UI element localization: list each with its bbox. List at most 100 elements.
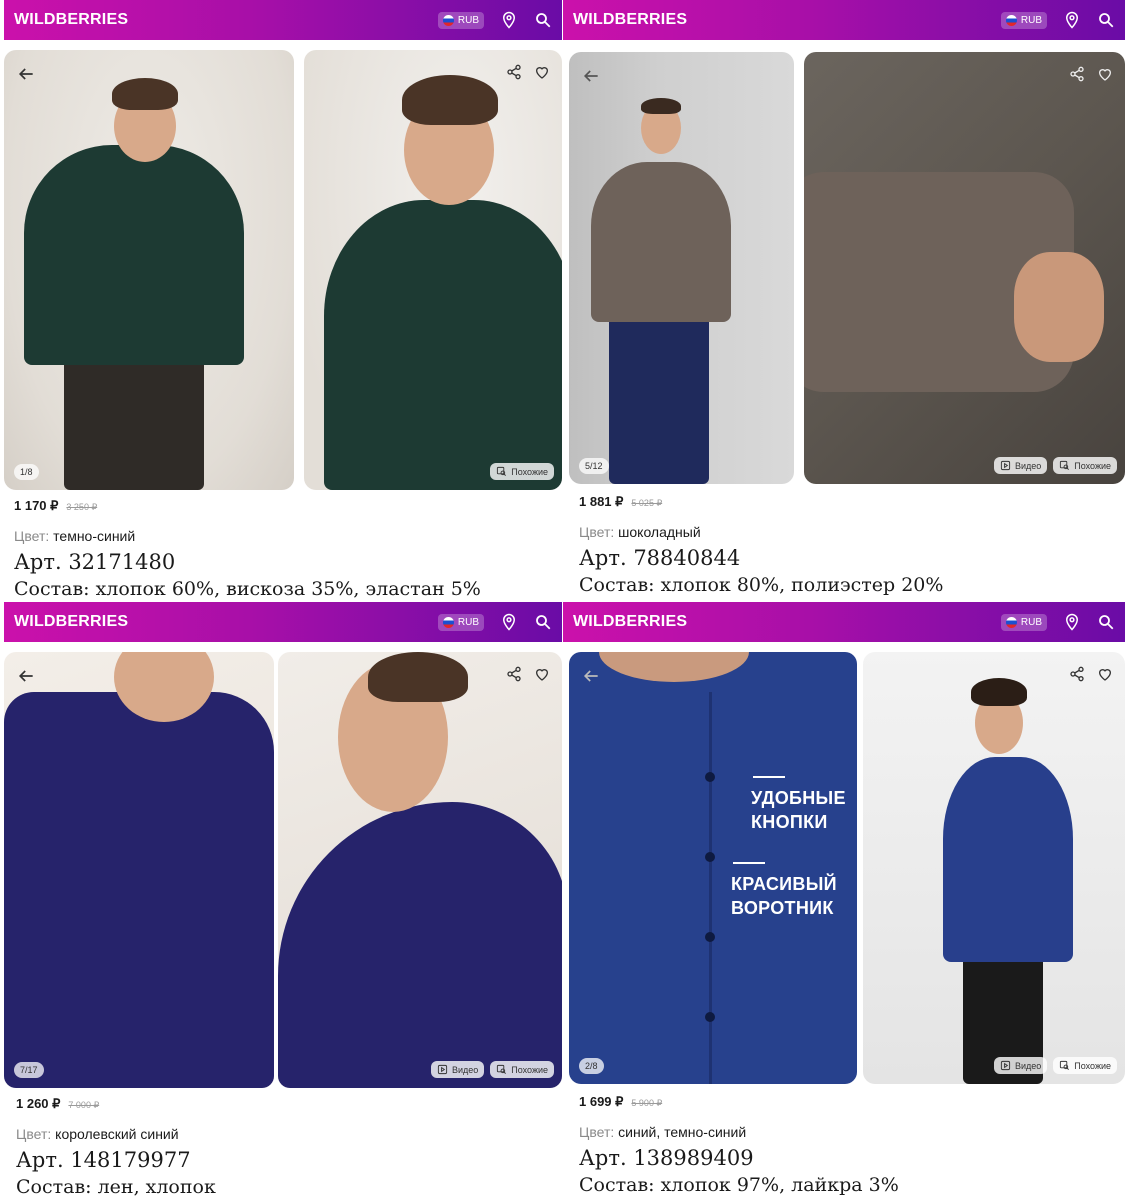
similar-label: Похожие <box>511 466 548 477</box>
screenshot-grid: WILDBERRIES RUB 1/8 Похожие 1 170 ₽ 3 25… <box>0 0 1125 1200</box>
share-icon[interactable] <box>1069 666 1085 682</box>
product-photo[interactable]: 5/12 <box>569 52 794 484</box>
wildberries-logo[interactable]: WILDBERRIES <box>573 11 687 29</box>
product-photo[interactable]: 7/17 <box>4 652 274 1088</box>
article-number: Арт. 138989409 <box>579 1146 754 1170</box>
heart-icon[interactable] <box>1097 666 1113 682</box>
photo-counter: 5/12 <box>579 458 609 474</box>
back-arrow-icon[interactable] <box>581 66 601 86</box>
color-value: шоколадный <box>618 524 701 540</box>
video-label: Видео <box>1014 460 1042 471</box>
photo-actions: Похожие <box>490 463 554 480</box>
share-icon[interactable] <box>506 666 522 682</box>
share-icon[interactable] <box>1069 66 1085 82</box>
product-info: 1 881 ₽ 5 025 ₽ Цвет: шоколадный Арт. 78… <box>579 494 1115 596</box>
composition: Состав: хлопок 60%, вискоза 35%, эластан… <box>14 578 481 600</box>
shirt-shape <box>278 802 562 1088</box>
location-pin-icon[interactable] <box>500 11 518 29</box>
product-photo[interactable]: 1/8 <box>4 50 294 490</box>
product-photo[interactable]: УДОБНЫЕ КНОПКИ КРАСИВЫЙ ВОРОТНИК 2/8 <box>569 652 857 1084</box>
video-button[interactable]: Видео <box>430 1061 485 1078</box>
back-arrow-icon[interactable] <box>581 666 601 686</box>
video-label: Видео <box>1014 1060 1042 1071</box>
back-arrow-icon[interactable] <box>16 666 36 686</box>
color-value: королевский синий <box>55 1126 179 1142</box>
wildberries-logo[interactable]: WILDBERRIES <box>14 613 128 631</box>
shirt-shape <box>24 145 244 365</box>
composition: Состав: хлопок 97%, лайкра 3% <box>579 1174 899 1196</box>
wildberries-logo[interactable]: WILDBERRIES <box>14 11 128 29</box>
search-icon[interactable] <box>1097 11 1115 29</box>
color-row: Цвет: шоколадный <box>579 524 1115 540</box>
model-figure <box>569 52 794 484</box>
search-icon[interactable] <box>1097 613 1115 631</box>
similar-search-icon <box>497 466 507 476</box>
currency-label: RUB <box>457 616 479 628</box>
photo-gallery[interactable]: 1/8 Похожие <box>4 50 562 490</box>
search-icon[interactable] <box>534 11 552 29</box>
product-photo[interactable]: Видео Похожие <box>863 652 1125 1084</box>
product-card-2: WILDBERRIES RUB 5/12 Видео Похожие 1 881… <box>563 0 1125 600</box>
russia-flag-icon <box>1005 616 1017 628</box>
similar-button[interactable]: Похожие <box>1053 1057 1117 1074</box>
product-card-1: WILDBERRIES RUB 1/8 Похожие 1 170 ₽ 3 25… <box>0 0 562 600</box>
video-button[interactable]: Видео <box>993 457 1048 474</box>
share-icon[interactable] <box>506 64 522 80</box>
currency-selector[interactable]: RUB <box>437 11 484 29</box>
model-figure <box>4 50 294 490</box>
article-number: Арт. 78840844 <box>579 546 741 570</box>
product-photo[interactable]: Похожие <box>304 50 562 490</box>
location-pin-icon[interactable] <box>1063 11 1081 29</box>
app-header: WILDBERRIES RUB <box>4 0 562 40</box>
current-price: 1 881 ₽ <box>579 494 624 509</box>
old-price: 3 250 ₽ <box>66 502 98 512</box>
similar-button[interactable]: Похожие <box>490 1061 554 1078</box>
photo-actions: Видео Похожие <box>993 1057 1117 1074</box>
video-play-icon <box>437 1064 448 1075</box>
similar-button[interactable]: Похожие <box>1053 457 1117 474</box>
composition: Состав: лен, хлопок <box>16 1176 216 1198</box>
wildberries-logo[interactable]: WILDBERRIES <box>573 613 687 631</box>
old-price: 5 900 ₽ <box>631 1098 663 1108</box>
photo-actions: Видео Похожие <box>430 1061 554 1078</box>
overlay-divider <box>753 776 785 778</box>
color-value: синий, темно-синий <box>618 1124 747 1140</box>
photo-gallery[interactable]: 7/17 Видео Похожие <box>4 652 562 1088</box>
back-arrow-icon[interactable] <box>16 64 36 84</box>
location-pin-icon[interactable] <box>500 613 518 631</box>
heart-icon[interactable] <box>534 666 550 682</box>
search-icon[interactable] <box>534 613 552 631</box>
location-pin-icon[interactable] <box>1063 613 1081 631</box>
russia-flag-icon <box>442 616 454 628</box>
heart-icon[interactable] <box>534 64 550 80</box>
currency-selector[interactable]: RUB <box>1000 11 1047 29</box>
currency-selector[interactable]: RUB <box>437 613 484 631</box>
similar-search-icon <box>1060 1060 1070 1070</box>
video-button[interactable]: Видео <box>993 1057 1048 1074</box>
currency-selector[interactable]: RUB <box>1000 613 1047 631</box>
photo-gallery[interactable]: УДОБНЫЕ КНОПКИ КРАСИВЫЙ ВОРОТНИК 2/8 Вид… <box>569 652 1125 1084</box>
russia-flag-icon <box>1005 14 1017 26</box>
current-price: 1 260 ₽ <box>16 1096 61 1111</box>
similar-button[interactable]: Похожие <box>490 463 554 480</box>
current-price: 1 170 ₽ <box>14 498 59 513</box>
product-info: 1 170 ₽ 3 250 ₽ Цвет: темно-синий Арт. 3… <box>14 498 552 600</box>
photo-gallery[interactable]: 5/12 Видео Похожие <box>569 52 1125 484</box>
article-number: Арт. 148179977 <box>16 1148 191 1172</box>
similar-search-icon <box>497 1064 507 1074</box>
app-header: WILDBERRIES RUB <box>563 602 1125 642</box>
composition: Состав: хлопок 80%, полиэстер 20% <box>579 574 944 596</box>
feature-callout-buttons: УДОБНЫЕ КНОПКИ <box>751 788 846 832</box>
product-photo[interactable]: Видео Похожие <box>804 52 1125 484</box>
similar-search-icon <box>1060 460 1070 470</box>
product-card-4: WILDBERRIES RUB УДОБНЫЕ КНОПКИ КРАСИВЫЙ … <box>563 600 1125 1200</box>
heart-icon[interactable] <box>1097 66 1113 82</box>
shirt-shape <box>4 692 274 1088</box>
color-row: Цвет: королевский синий <box>16 1126 552 1142</box>
color-label: Цвет: <box>16 1126 52 1142</box>
russia-flag-icon <box>442 14 454 26</box>
color-label: Цвет: <box>14 528 50 544</box>
photo-counter: 7/17 <box>14 1062 44 1078</box>
app-header: WILDBERRIES RUB <box>4 602 562 642</box>
product-photo[interactable]: Видео Похожие <box>278 652 562 1088</box>
